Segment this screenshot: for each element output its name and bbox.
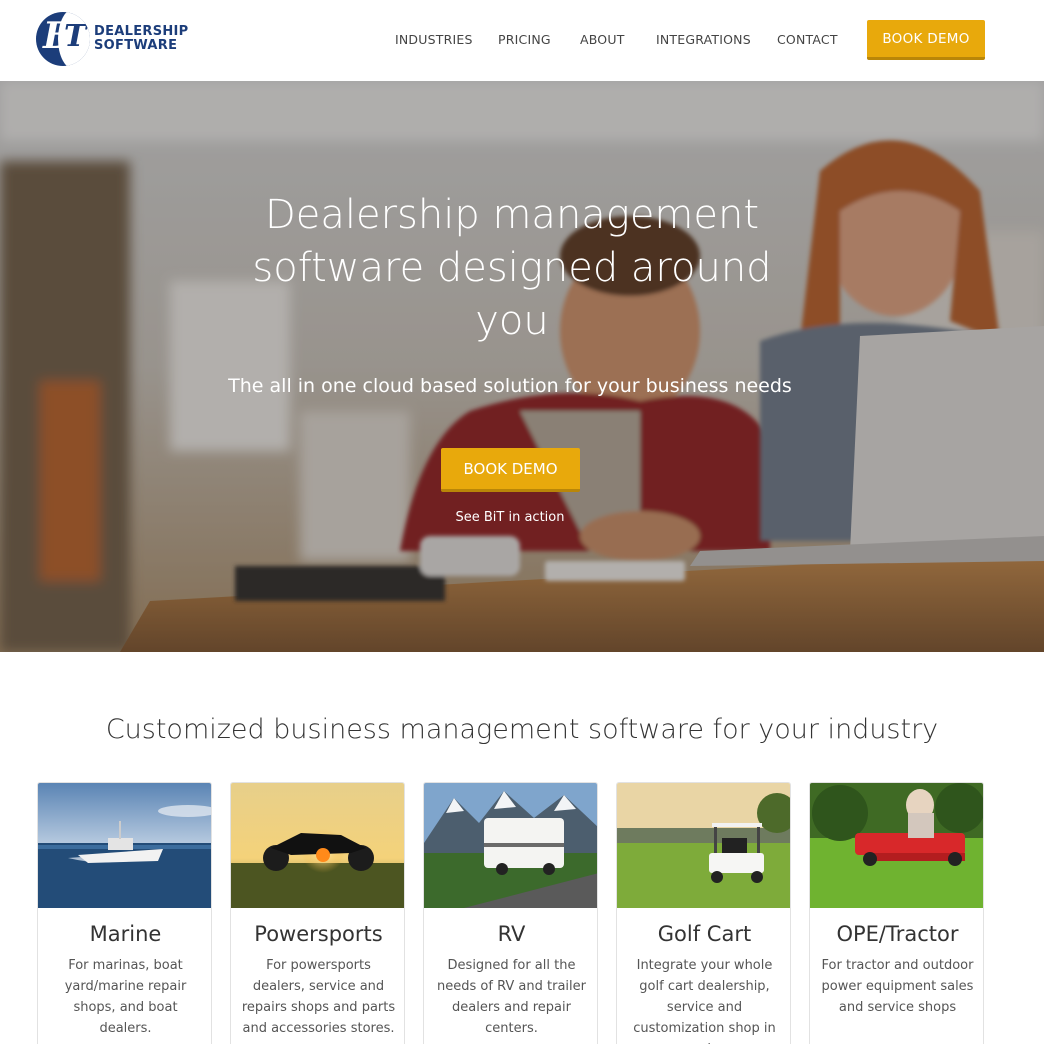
- golf-cart-image: [617, 783, 790, 908]
- brand-name-line1: DEALERSHIP: [94, 24, 189, 39]
- card-description: For powersports dealers, service and rep…: [241, 958, 396, 1036]
- nav-contact[interactable]: CONTACT: [777, 32, 838, 47]
- book-demo-header-button[interactable]: BOOK DEMO: [867, 20, 985, 60]
- card-title: Golf Cart: [657, 922, 752, 946]
- logo-mark-icon: B T: [36, 12, 90, 66]
- nav-industries[interactable]: INDUSTRIES: [395, 32, 473, 47]
- card-title: Marine: [89, 922, 162, 946]
- hero-subtitle: The all in one cloud based solution for …: [228, 375, 792, 397]
- site-header: B T DEALERSHIP SOFTWARE INDUSTRIES PRICI…: [0, 0, 1044, 81]
- see-bit-in-action-link[interactable]: See BiT in action: [410, 510, 610, 525]
- nav-about[interactable]: ABOUT: [580, 32, 625, 47]
- brand-logo[interactable]: B T DEALERSHIP SOFTWARE: [36, 12, 189, 66]
- card-title: RV: [497, 922, 526, 946]
- industry-card-golf-cart[interactable]: Golf Cart Integrate your whole golf cart…: [616, 782, 791, 1044]
- card-title: Powersports: [254, 922, 383, 946]
- card-description: Designed for all the needs of RV and tra…: [437, 958, 586, 1036]
- card-description: For marinas, boat yard/marine repair sho…: [64, 958, 187, 1036]
- brand-name-line2: SOFTWARE: [94, 38, 178, 53]
- industry-card-ope-tractor[interactable]: OPE/Tractor For tractor and outdoor powe…: [809, 782, 984, 1044]
- nav-pricing[interactable]: PRICING: [498, 32, 551, 47]
- book-demo-hero-button[interactable]: BOOK DEMO: [441, 448, 580, 492]
- card-description: For tractor and outdoor power equipment …: [821, 958, 974, 1015]
- rv-image: [424, 783, 597, 908]
- motorcycle-image: [231, 783, 404, 908]
- tractor-image: [810, 783, 983, 908]
- boat-image: [38, 783, 211, 908]
- industries-section-title: Customized business management software …: [105, 714, 939, 745]
- hero-title: Dealership management software designed …: [252, 192, 772, 344]
- industry-card-powersports[interactable]: Powersports For powersports dealers, ser…: [230, 782, 405, 1044]
- industry-card-marine[interactable]: Marine For marinas, boat yard/marine rep…: [37, 782, 212, 1044]
- industry-card-rv[interactable]: RV Designed for all the needs of RV and …: [423, 782, 598, 1044]
- card-title: OPE/Tractor: [836, 922, 959, 946]
- brand-name: DEALERSHIP SOFTWARE: [94, 25, 189, 53]
- nav-integrations[interactable]: INTEGRATIONS: [656, 32, 751, 47]
- hero-banner: Dealership management software designed …: [0, 81, 1044, 652]
- card-description: Integrate your whole golf cart dealershi…: [633, 958, 776, 1044]
